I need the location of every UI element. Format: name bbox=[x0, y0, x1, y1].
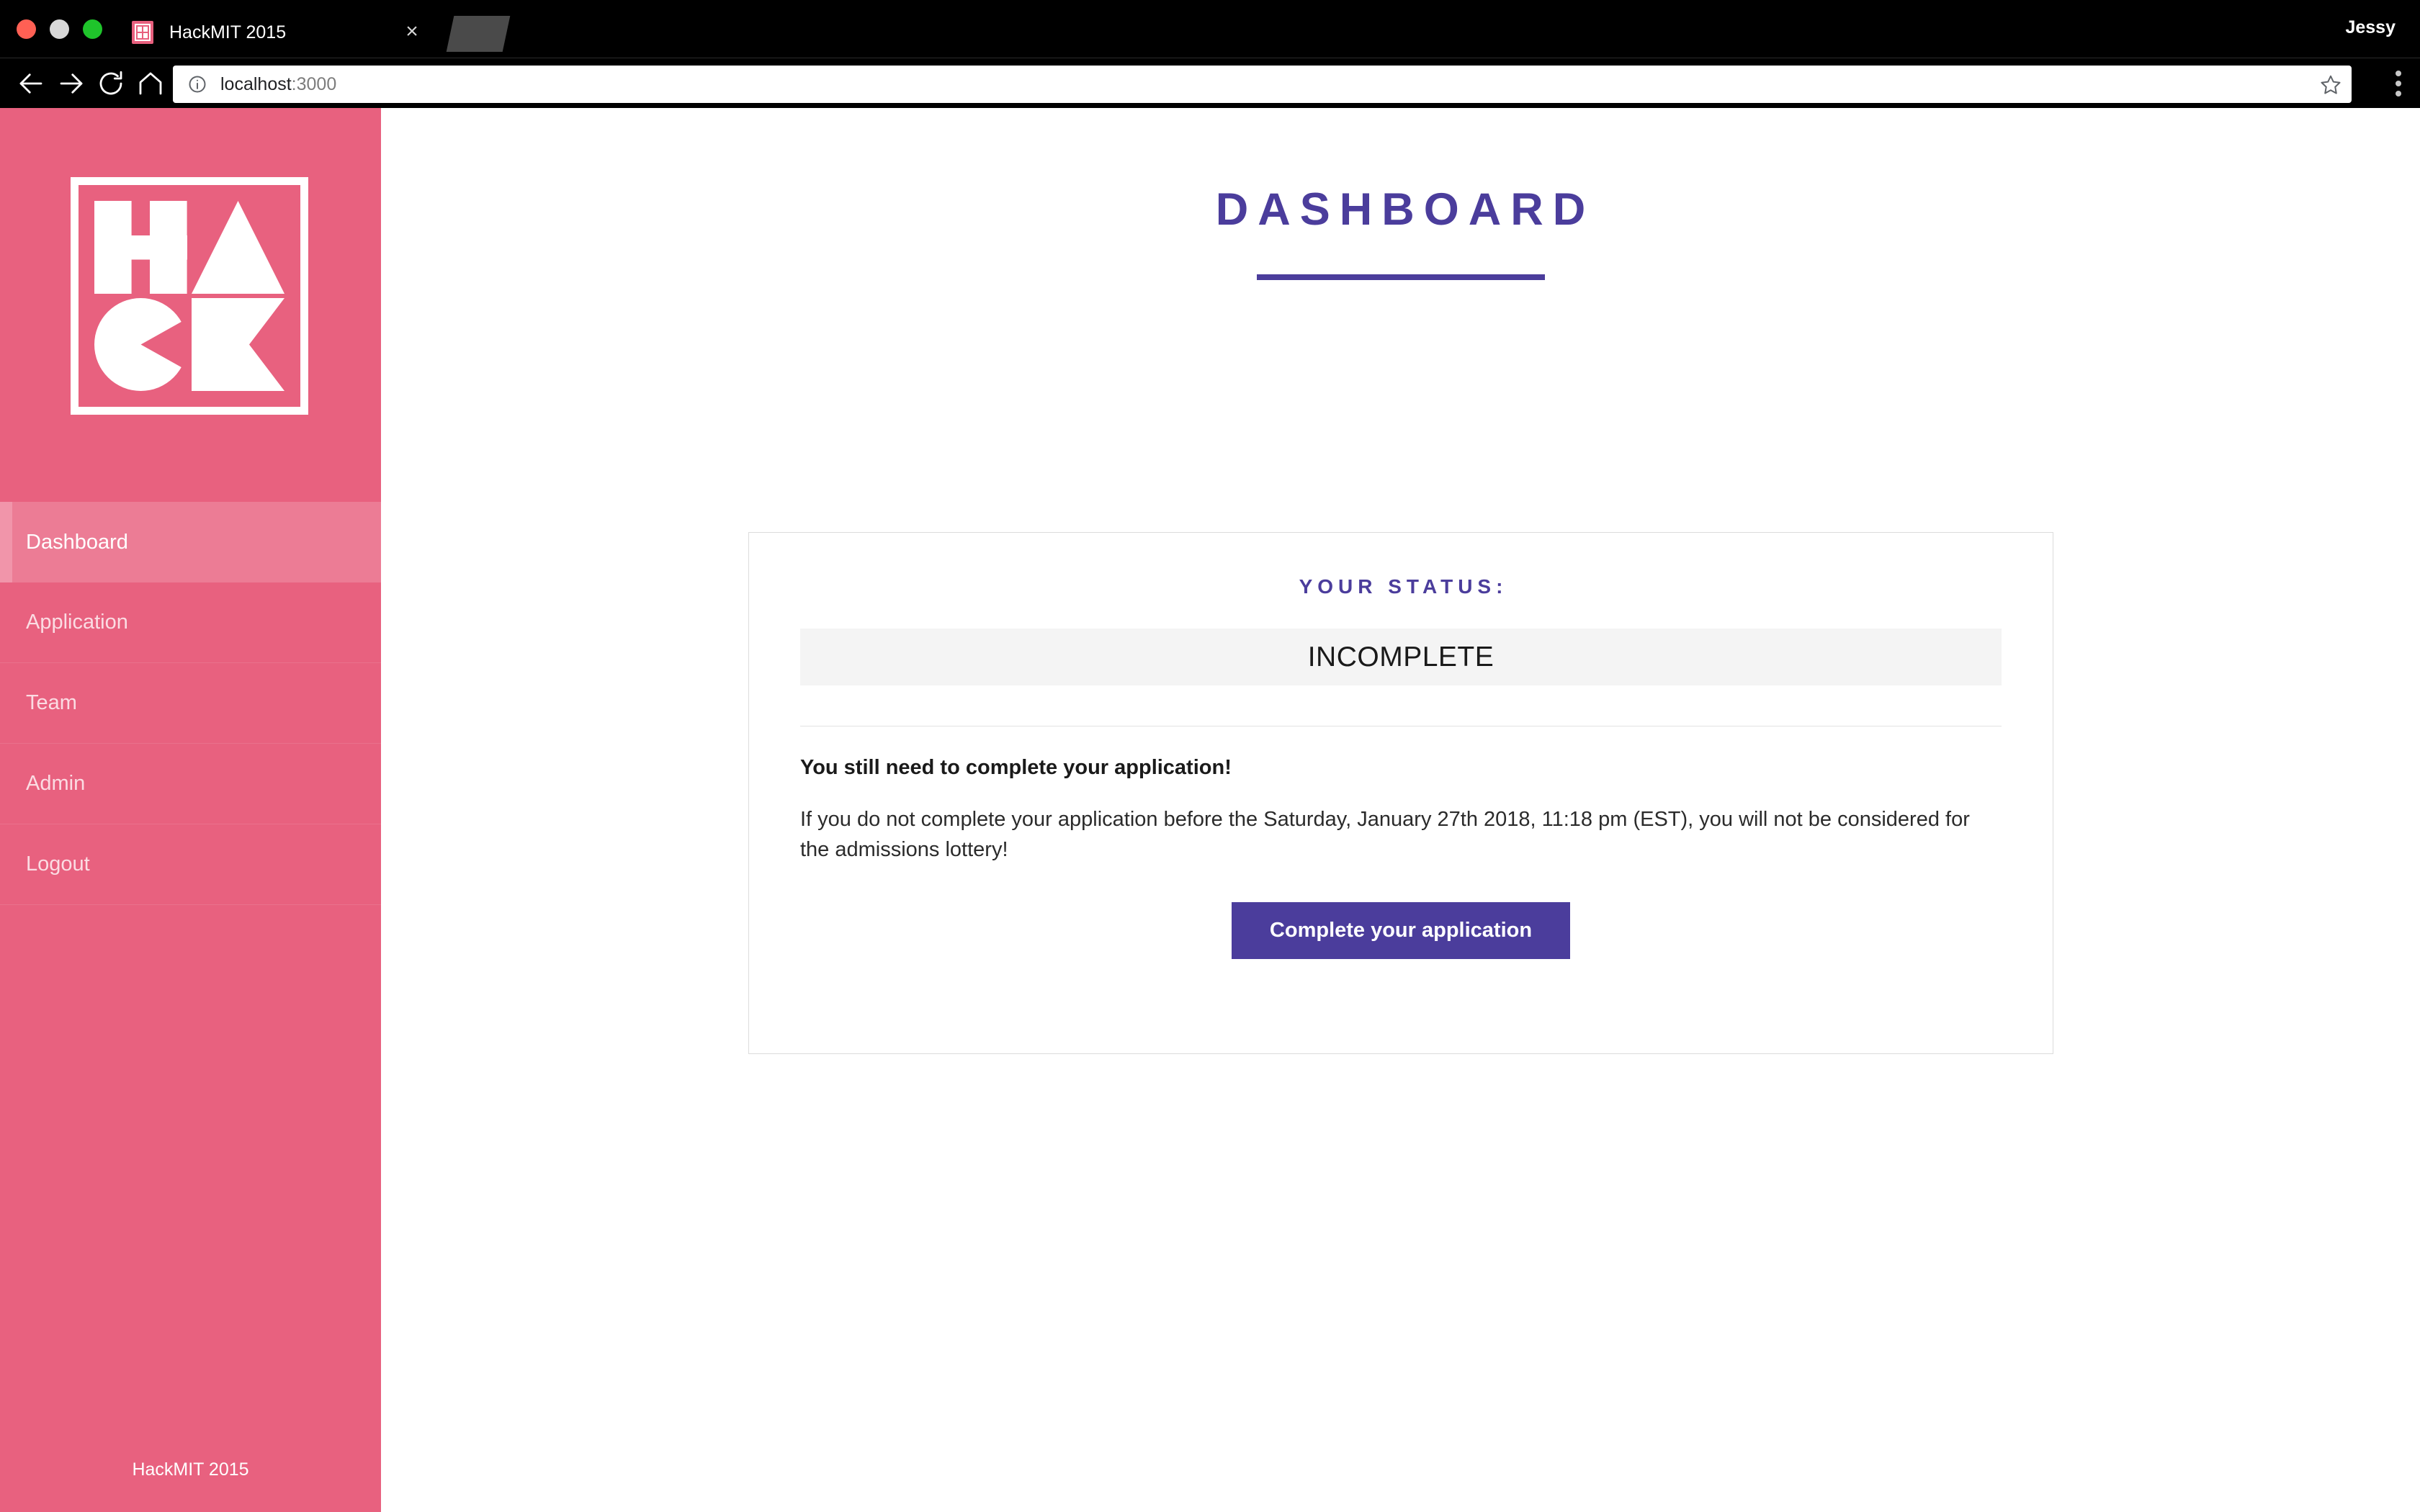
three-dots-vertical-icon[interactable] bbox=[2396, 70, 2403, 96]
profile-name-label[interactable]: Jessy bbox=[2345, 17, 2396, 38]
url-host: localhost bbox=[220, 73, 292, 94]
address-bar-url[interactable]: localhost:3000 bbox=[220, 74, 336, 95]
menu-dot bbox=[2396, 90, 2401, 96]
sidebar-item-label: Application bbox=[26, 611, 128, 634]
status-value-text: INCOMPLETE bbox=[1307, 641, 1494, 672]
home-icon[interactable] bbox=[135, 68, 166, 99]
status-body-text: If you do not complete your application … bbox=[800, 808, 1970, 862]
window-controls bbox=[17, 19, 102, 39]
window-minimize-button[interactable] bbox=[50, 19, 69, 39]
hack-logo-inner bbox=[94, 201, 284, 391]
sidebar-footer: HackMIT 2015 bbox=[132, 1459, 249, 1480]
reload-icon[interactable] bbox=[96, 68, 126, 99]
sidebar: Dashboard Application Team Admin Logout … bbox=[0, 108, 381, 1512]
browser-toolbar: localhost:3000 bbox=[0, 58, 2420, 108]
main-content: DASHBOARD YOUR STATUS: INCOMPLETE You st… bbox=[381, 108, 2420, 1512]
info-circle-icon[interactable] bbox=[187, 74, 207, 94]
hack-logo-letter-k-icon bbox=[192, 298, 284, 391]
sidebar-item-application[interactable]: Application bbox=[0, 582, 381, 663]
hack-logo bbox=[71, 177, 308, 415]
menu-dot bbox=[2396, 80, 2401, 86]
status-badge: INCOMPLETE bbox=[800, 629, 2002, 685]
status-card: YOUR STATUS: INCOMPLETE You still need t… bbox=[748, 532, 2053, 1054]
hack-logo-letter-h-icon bbox=[94, 201, 187, 294]
hack-logo-letter-c-pacman-icon bbox=[94, 298, 187, 391]
status-card-heading: YOUR STATUS: bbox=[1299, 575, 1508, 598]
new-tab-button[interactable] bbox=[446, 16, 511, 52]
browser-tab[interactable]: HackMIT 2015 × bbox=[115, 7, 436, 58]
window-zoom-button[interactable] bbox=[83, 19, 102, 39]
menu-dot bbox=[2396, 70, 2401, 76]
page-title: DASHBOARD bbox=[1215, 184, 1595, 235]
address-bar[interactable]: localhost:3000 bbox=[173, 66, 2352, 103]
complete-application-button[interactable]: Complete your application bbox=[1231, 902, 1571, 960]
browser-chrome: HackMIT 2015 × Jessy localhost:3000 bbox=[0, 0, 2420, 108]
sidebar-item-label: Team bbox=[26, 691, 77, 714]
tab-strip: HackMIT 2015 × Jessy bbox=[0, 0, 2420, 58]
sidebar-item-label: Dashboard bbox=[26, 530, 128, 554]
sidebar-item-dashboard[interactable]: Dashboard bbox=[0, 502, 381, 582]
hackmit-favicon-icon bbox=[132, 21, 153, 44]
hack-logo-letter-a-triangle-icon bbox=[192, 201, 284, 294]
url-port: :3000 bbox=[291, 73, 337, 94]
sidebar-item-logout[interactable]: Logout bbox=[0, 824, 381, 905]
star-outline-icon[interactable] bbox=[2320, 73, 2341, 95]
sidebar-item-team[interactable]: Team bbox=[0, 663, 381, 744]
arrow-left-icon[interactable] bbox=[16, 68, 46, 99]
window-close-button[interactable] bbox=[17, 19, 36, 39]
sidebar-item-admin[interactable]: Admin bbox=[0, 744, 381, 824]
page-title-underline bbox=[1256, 274, 1545, 280]
sidebar-item-label: Admin bbox=[26, 772, 86, 795]
page-viewport: Dashboard Application Team Admin Logout … bbox=[0, 108, 2420, 1512]
browser-tab-title: HackMIT 2015 bbox=[169, 22, 287, 42]
tab-close-icon[interactable]: × bbox=[403, 21, 421, 42]
sidebar-nav: Dashboard Application Team Admin Logout bbox=[0, 502, 381, 905]
sidebar-item-label: Logout bbox=[26, 852, 90, 876]
status-headline: You still need to complete your applicat… bbox=[800, 756, 1232, 779]
arrow-right-icon[interactable] bbox=[56, 68, 86, 99]
